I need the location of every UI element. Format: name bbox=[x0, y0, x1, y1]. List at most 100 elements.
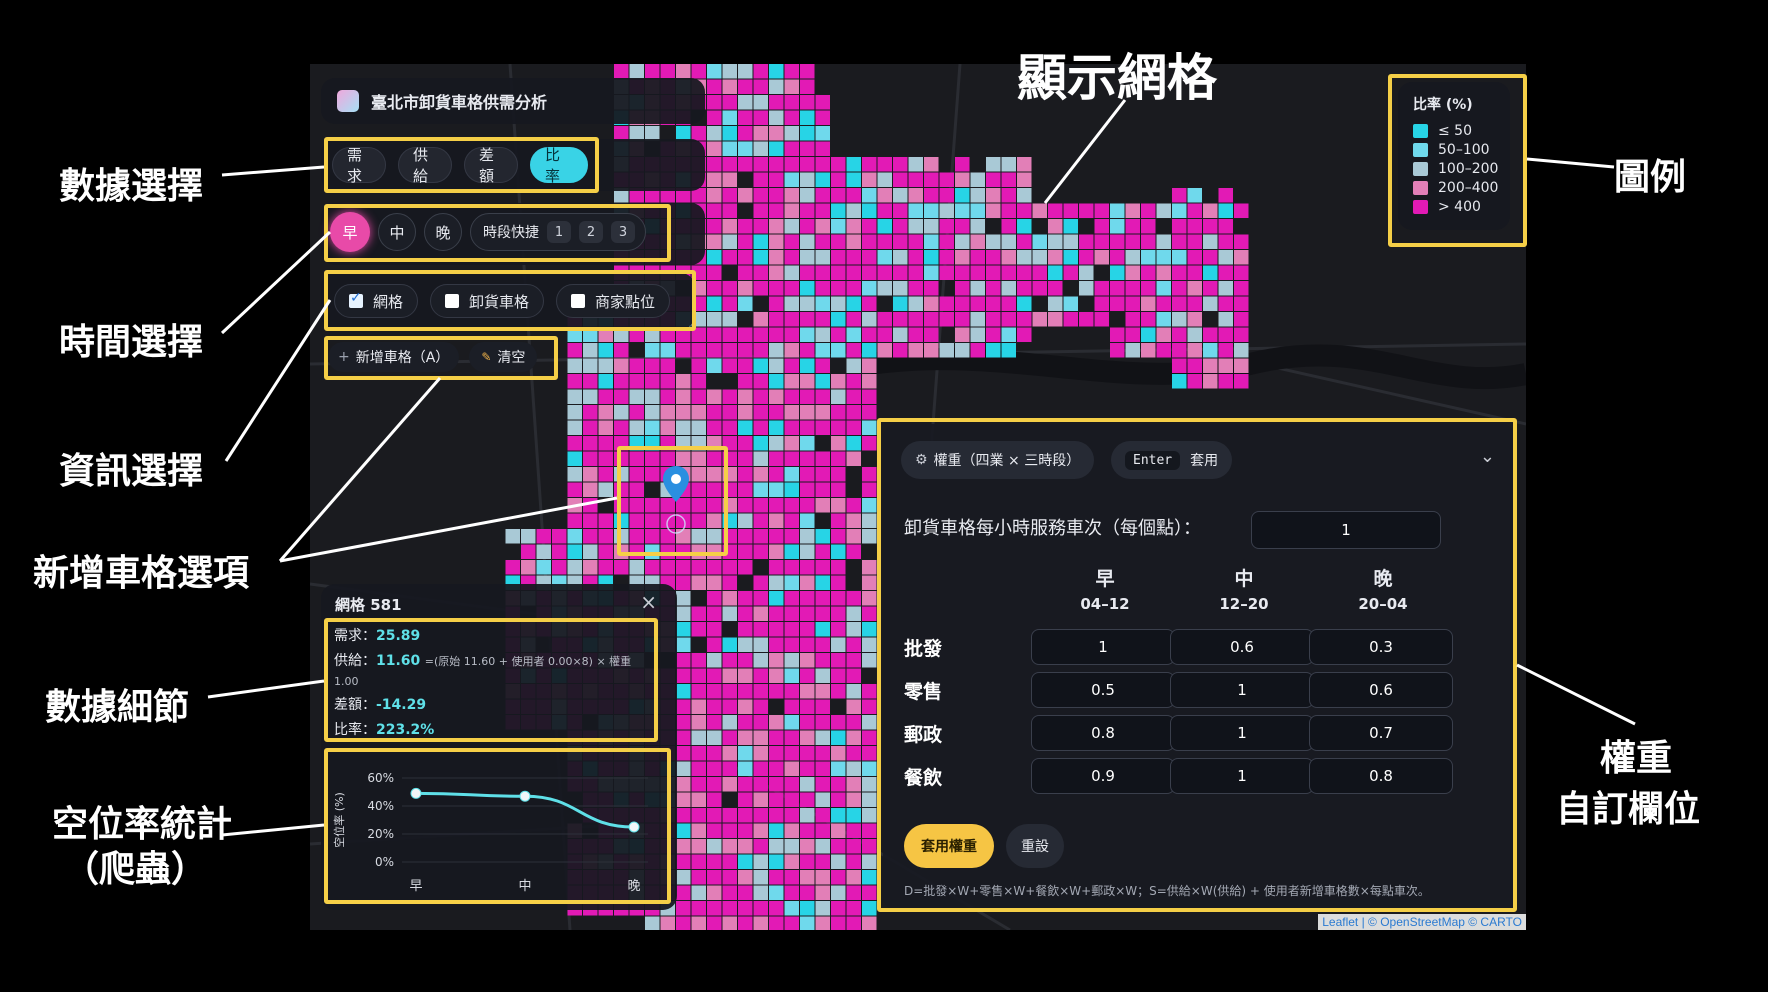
grid-cell[interactable] bbox=[800, 839, 815, 854]
grid-cell[interactable] bbox=[583, 343, 598, 358]
grid-cell[interactable] bbox=[769, 188, 784, 203]
grid-cell[interactable] bbox=[831, 606, 846, 622]
grid-cell[interactable] bbox=[707, 281, 722, 296]
grid-cell[interactable] bbox=[614, 420, 629, 436]
grid-cell[interactable] bbox=[784, 312, 800, 327]
grid-cell[interactable] bbox=[707, 730, 722, 746]
grid-cell[interactable] bbox=[1187, 281, 1203, 296]
grid-cell[interactable] bbox=[846, 358, 862, 374]
grid-cell[interactable] bbox=[800, 668, 815, 684]
data-ratio-button[interactable]: 比率 bbox=[530, 146, 588, 185]
grid-cell[interactable] bbox=[691, 560, 707, 575]
grid-cell[interactable] bbox=[722, 327, 738, 343]
grid-cell[interactable] bbox=[769, 265, 784, 281]
grid-cell[interactable] bbox=[784, 436, 800, 451]
grid-cell[interactable] bbox=[738, 126, 753, 141]
grid-cell[interactable] bbox=[862, 901, 877, 916]
grid-cell[interactable] bbox=[815, 327, 831, 343]
grid-cell[interactable] bbox=[800, 792, 815, 808]
grid-cell[interactable] bbox=[769, 730, 784, 746]
grid-cell[interactable] bbox=[815, 916, 831, 931]
clear-button[interactable]: ✎ 清空 bbox=[469, 342, 538, 372]
grid-cell[interactable] bbox=[614, 64, 629, 79]
grid-cell[interactable] bbox=[691, 358, 707, 374]
grid-cell[interactable] bbox=[815, 203, 831, 219]
grid-cell[interactable] bbox=[1218, 296, 1234, 312]
grid-cell[interactable] bbox=[815, 250, 831, 265]
grid-cell[interactable] bbox=[1203, 374, 1218, 389]
grid-cell[interactable] bbox=[769, 544, 784, 560]
grid-cell[interactable] bbox=[831, 684, 846, 699]
grid-cell[interactable] bbox=[722, 420, 738, 436]
grid-cell[interactable] bbox=[955, 281, 970, 296]
grid-cell[interactable] bbox=[893, 343, 908, 358]
grid-cell[interactable] bbox=[629, 560, 645, 575]
grid-cell[interactable] bbox=[629, 327, 645, 343]
grid-cell[interactable] bbox=[800, 777, 815, 792]
grid-cell[interactable] bbox=[893, 234, 908, 250]
grid-cell[interactable] bbox=[846, 715, 862, 730]
grid-cell[interactable] bbox=[707, 436, 722, 451]
grid-cell[interactable] bbox=[784, 157, 800, 172]
grid-cell[interactable] bbox=[800, 575, 815, 591]
grid-cell[interactable] bbox=[815, 699, 831, 715]
grid-cell[interactable] bbox=[738, 885, 753, 901]
grid-cell[interactable] bbox=[1218, 265, 1234, 281]
grid-cell[interactable] bbox=[691, 653, 707, 668]
grid-cell[interactable] bbox=[815, 823, 831, 839]
grid-cell[interactable] bbox=[784, 746, 800, 761]
grid-cell[interactable] bbox=[939, 219, 955, 234]
grid-cell[interactable] bbox=[1079, 281, 1094, 296]
grid-cell[interactable] bbox=[676, 777, 691, 792]
grid-cell[interactable] bbox=[738, 777, 753, 792]
grid-cell[interactable] bbox=[1156, 327, 1172, 343]
grid-cell[interactable] bbox=[1218, 358, 1234, 374]
grid-cell[interactable] bbox=[769, 560, 784, 575]
grid-cell[interactable] bbox=[815, 715, 831, 730]
grid-cell[interactable] bbox=[815, 746, 831, 761]
grid-cell[interactable] bbox=[676, 436, 691, 451]
grid-cell[interactable] bbox=[784, 885, 800, 901]
grid-cell[interactable] bbox=[753, 374, 769, 389]
grid-cell[interactable] bbox=[862, 699, 877, 715]
grid-cell[interactable] bbox=[598, 529, 614, 544]
grid-cell[interactable] bbox=[955, 203, 970, 219]
grid-cell[interactable] bbox=[753, 885, 769, 901]
grid-cell[interactable] bbox=[722, 79, 738, 95]
grid-cell[interactable] bbox=[846, 250, 862, 265]
grid-cell[interactable] bbox=[784, 901, 800, 916]
grid-cell[interactable] bbox=[738, 281, 753, 296]
grid-cell[interactable] bbox=[784, 188, 800, 203]
grid-cell[interactable] bbox=[831, 467, 846, 482]
grid-cell[interactable] bbox=[784, 513, 800, 529]
grid-cell[interactable] bbox=[707, 746, 722, 761]
grid-cell[interactable] bbox=[893, 250, 908, 265]
grid-cell[interactable] bbox=[583, 467, 598, 482]
grid-cell[interactable] bbox=[1094, 281, 1110, 296]
grid-cell[interactable] bbox=[769, 622, 784, 637]
grid-cell[interactable] bbox=[784, 281, 800, 296]
grid-cell[interactable] bbox=[769, 808, 784, 823]
grid-cell[interactable] bbox=[846, 451, 862, 467]
grid-cell[interactable] bbox=[1125, 296, 1141, 312]
grid-cell[interactable] bbox=[598, 358, 614, 374]
grid-cell[interactable] bbox=[784, 575, 800, 591]
grid-cell[interactable] bbox=[908, 172, 924, 188]
grid-cell[interactable] bbox=[800, 823, 815, 839]
grid-cell[interactable] bbox=[1218, 250, 1234, 265]
grid-cell[interactable] bbox=[862, 265, 877, 281]
grid-cell[interactable] bbox=[800, 234, 815, 250]
grid-cell[interactable] bbox=[753, 498, 769, 513]
grid-cell[interactable] bbox=[1203, 250, 1218, 265]
grid-cell[interactable] bbox=[784, 544, 800, 560]
grid-cell[interactable] bbox=[955, 157, 970, 172]
grid-cell[interactable] bbox=[722, 203, 738, 219]
grid-cell[interactable] bbox=[707, 792, 722, 808]
grid-cell[interactable] bbox=[614, 513, 629, 529]
grid-cell[interactable] bbox=[660, 405, 676, 420]
grid-cell[interactable] bbox=[1187, 250, 1203, 265]
grid-cell[interactable] bbox=[1187, 374, 1203, 389]
grid-cell[interactable] bbox=[939, 203, 955, 219]
grid-cell[interactable] bbox=[1187, 203, 1203, 219]
grid-cell[interactable] bbox=[815, 622, 831, 637]
